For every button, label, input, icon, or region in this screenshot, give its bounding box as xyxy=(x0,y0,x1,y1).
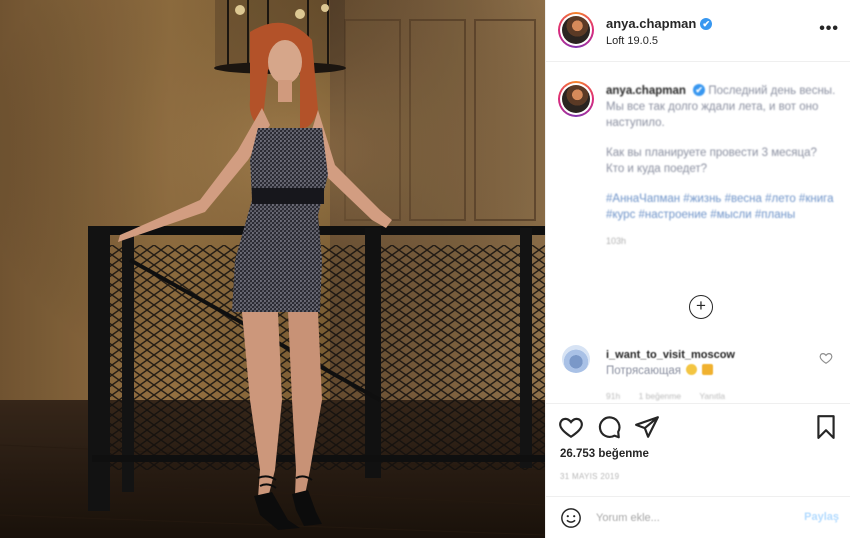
load-more-comments-button[interactable]: + xyxy=(689,295,713,319)
likes-count[interactable]: 26.753 beğenme xyxy=(560,448,649,460)
post-comment-button[interactable]: Paylaş xyxy=(804,511,839,523)
caption-time: 103h xyxy=(606,236,627,246)
warning-emoji-icon xyxy=(702,364,714,375)
more-options-button[interactable]: ••• xyxy=(819,20,839,38)
comment-reply-link[interactable]: Yanıtla xyxy=(699,391,725,401)
heart-icon[interactable] xyxy=(558,414,584,440)
smiley-icon[interactable] xyxy=(560,507,582,529)
location-link[interactable]: Loft 19.0.5 xyxy=(606,35,658,47)
post-actions: 26.753 beğenme 31 MAYIS 2019 Paylaş xyxy=(546,403,850,538)
comment-icon[interactable] xyxy=(596,414,622,440)
verified-badge-icon: ✔ xyxy=(700,18,713,30)
caption-paragraph-2: Как вы планируете провести 3 месяца? Кто… xyxy=(606,147,817,175)
comment-text: Потрясающая xyxy=(606,365,682,377)
comment-like-count[interactable]: 1 beğenme xyxy=(639,391,682,401)
caption-username[interactable]: anya.chapman xyxy=(606,85,686,97)
comment-input[interactable] xyxy=(596,507,786,529)
caption-avatar[interactable] xyxy=(558,81,594,117)
post-sidebar: anya.chapman ✔ Loft 19.0.5 ••• anya.chapm… xyxy=(545,0,850,538)
post-photo[interactable] xyxy=(0,0,545,538)
comment-heart-icon[interactable] xyxy=(819,351,833,365)
comment-text-row: Потрясающая xyxy=(606,364,714,377)
post-header: anya.chapman ✔ Loft 19.0.5 ••• xyxy=(546,0,850,62)
caption-text: anya.chapman ✔ Последний день весны. Мы … xyxy=(606,83,838,249)
header-username-row[interactable]: anya.chapman ✔ xyxy=(606,16,713,31)
profile-avatar[interactable] xyxy=(558,12,594,48)
add-comment-bar: Paylaş xyxy=(546,496,850,538)
bookmark-icon[interactable] xyxy=(813,414,839,440)
commenter-avatar[interactable] xyxy=(562,345,590,373)
comment-time: 91h xyxy=(606,391,621,401)
caption-verified-badge-icon: ✔ xyxy=(693,84,706,96)
post-date: 31 MAYIS 2019 xyxy=(560,472,620,481)
share-icon[interactable] xyxy=(634,414,660,440)
comment-meta: 91h 1 beğenme Yanıtla xyxy=(606,391,741,401)
grin-emoji-icon xyxy=(686,364,698,375)
header-username[interactable]: anya.chapman xyxy=(606,16,696,31)
caption-hashtags[interactable]: #АннаЧапман #жизнь #весна #лето #книга #… xyxy=(606,191,838,223)
commenter-username[interactable]: i_want_to_visit_moscow xyxy=(606,349,735,361)
